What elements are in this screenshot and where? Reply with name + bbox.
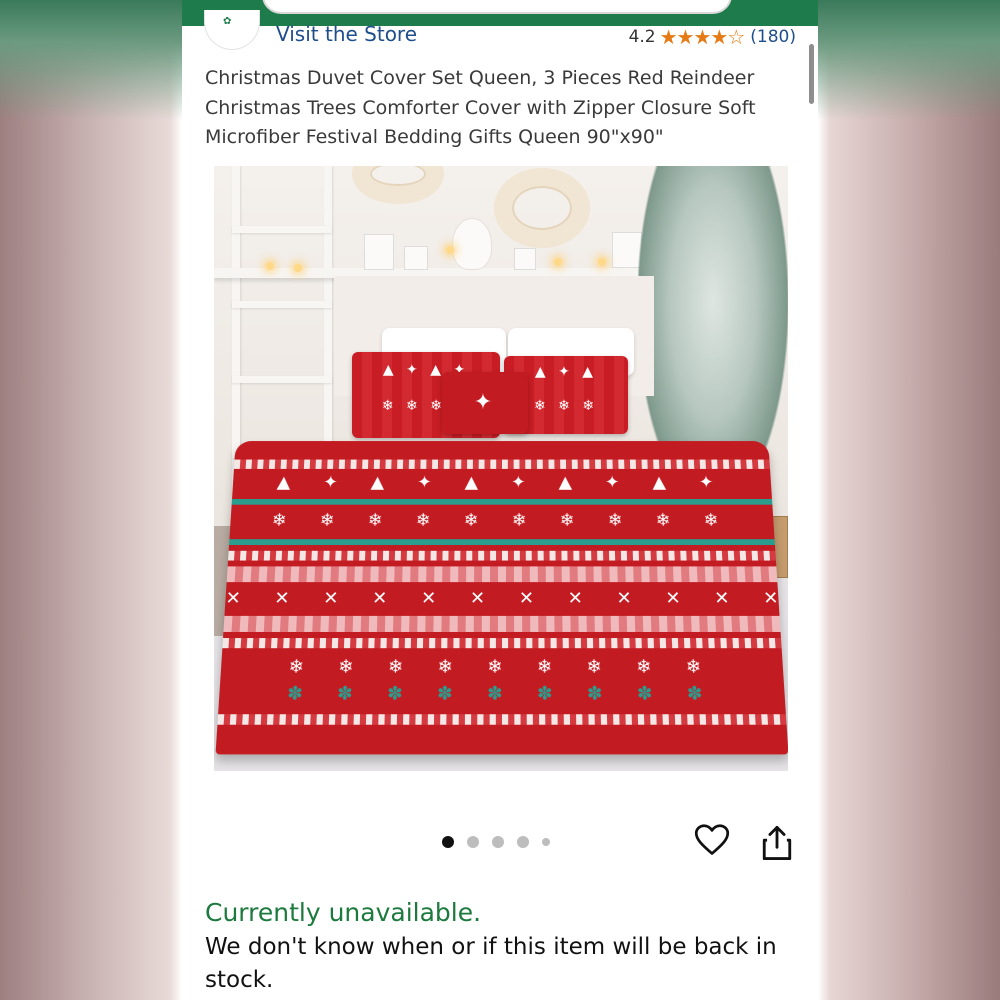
deer-pillow: ✦ bbox=[442, 372, 528, 434]
availability-message: We don't know when or if this item will … bbox=[205, 934, 777, 993]
light-decoration bbox=[598, 258, 606, 266]
share-icon[interactable] bbox=[760, 824, 794, 862]
duvet-band: ❄ ❄ ❄ ❄ ❄ ❄ ❄ ❄ ❄ ❄ bbox=[271, 510, 733, 531]
pagination-dot[interactable] bbox=[492, 836, 504, 848]
product-title: Christmas Duvet Cover Set Queen, 3 Piece… bbox=[205, 67, 756, 148]
store-logo[interactable]: ✿ bbox=[204, 10, 260, 50]
duvet-band: ✽ ✽ ✽ ✽ ✽ ✽ ✽ ✽ ✽ bbox=[286, 683, 718, 705]
duvet-band bbox=[226, 566, 778, 583]
house-decoration bbox=[404, 246, 428, 270]
rating-summary[interactable]: 4.2 ★★★★☆ (180) bbox=[629, 25, 796, 49]
rating-value: 4.2 bbox=[628, 27, 656, 47]
pillow-pattern: ✦ bbox=[473, 390, 497, 415]
ladder-rung bbox=[232, 226, 332, 233]
vase-decoration bbox=[452, 218, 492, 270]
ladder-rung bbox=[232, 376, 332, 383]
duvet-band bbox=[223, 615, 781, 632]
pagination-dot-active[interactable] bbox=[442, 836, 454, 848]
duvet-band: ✕ ✕ ✕ ✕ ✕ ✕ ✕ ✕ ✕ ✕ ✕ ✕ bbox=[224, 588, 788, 609]
store-logo-icon: ✿ bbox=[223, 16, 232, 27]
pagination-dot[interactable] bbox=[517, 836, 529, 848]
product-page: ✿ Visit the Store 4.2 ★★★★☆ (180) Christ… bbox=[182, 0, 818, 1000]
duvet-band bbox=[233, 459, 771, 469]
rating-count-link[interactable]: (180) bbox=[750, 27, 796, 47]
duvet-band bbox=[228, 550, 776, 561]
house-decoration bbox=[364, 234, 394, 270]
light-decoration bbox=[294, 264, 302, 272]
scrollbar[interactable] bbox=[809, 44, 814, 104]
image-pagination[interactable] bbox=[442, 836, 550, 848]
duvet-band: ❄ ❄ ❄ ❄ ❄ ❄ ❄ ❄ ❄ bbox=[288, 656, 716, 678]
ladder-rung bbox=[232, 301, 332, 308]
rating-stars-icon: ★★★★☆ bbox=[659, 25, 746, 49]
pagination-dot[interactable] bbox=[467, 836, 479, 848]
light-decoration bbox=[446, 246, 454, 254]
light-decoration bbox=[266, 262, 274, 270]
availability-status: Currently unavailable. bbox=[205, 898, 482, 927]
visit-store-link[interactable]: Visit the Store bbox=[276, 22, 417, 46]
duvet-band: ▲ ✦ ▲ ✦ ▲ ✦ ▲ ✦ ▲ ✦ bbox=[276, 472, 728, 493]
heart-icon[interactable] bbox=[694, 822, 730, 858]
wreath-decoration bbox=[494, 168, 590, 248]
duvet-cover: ▲ ✦ ▲ ✦ ▲ ✦ ▲ ✦ ▲ ✦ ❄ ❄ ❄ ❄ ❄ ❄ ❄ ❄ ❄ ❄ … bbox=[215, 441, 788, 755]
duvet-band bbox=[229, 539, 775, 545]
duvet-band bbox=[222, 638, 782, 649]
duvet-band bbox=[231, 499, 773, 505]
pagination-dot[interactable] bbox=[542, 838, 550, 846]
product-image[interactable]: ▲ ✦ ▲ ✦ ❄ ❄ ❄ ❄ ▲ ✦ ▲ ❄ ❄ ❄ ✦ ▲ ✦ ▲ ✦ ▲ … bbox=[214, 166, 788, 771]
light-decoration bbox=[554, 258, 562, 266]
search-bar[interactable] bbox=[262, 0, 732, 14]
duvet-band bbox=[217, 714, 787, 725]
house-decoration bbox=[514, 248, 536, 270]
